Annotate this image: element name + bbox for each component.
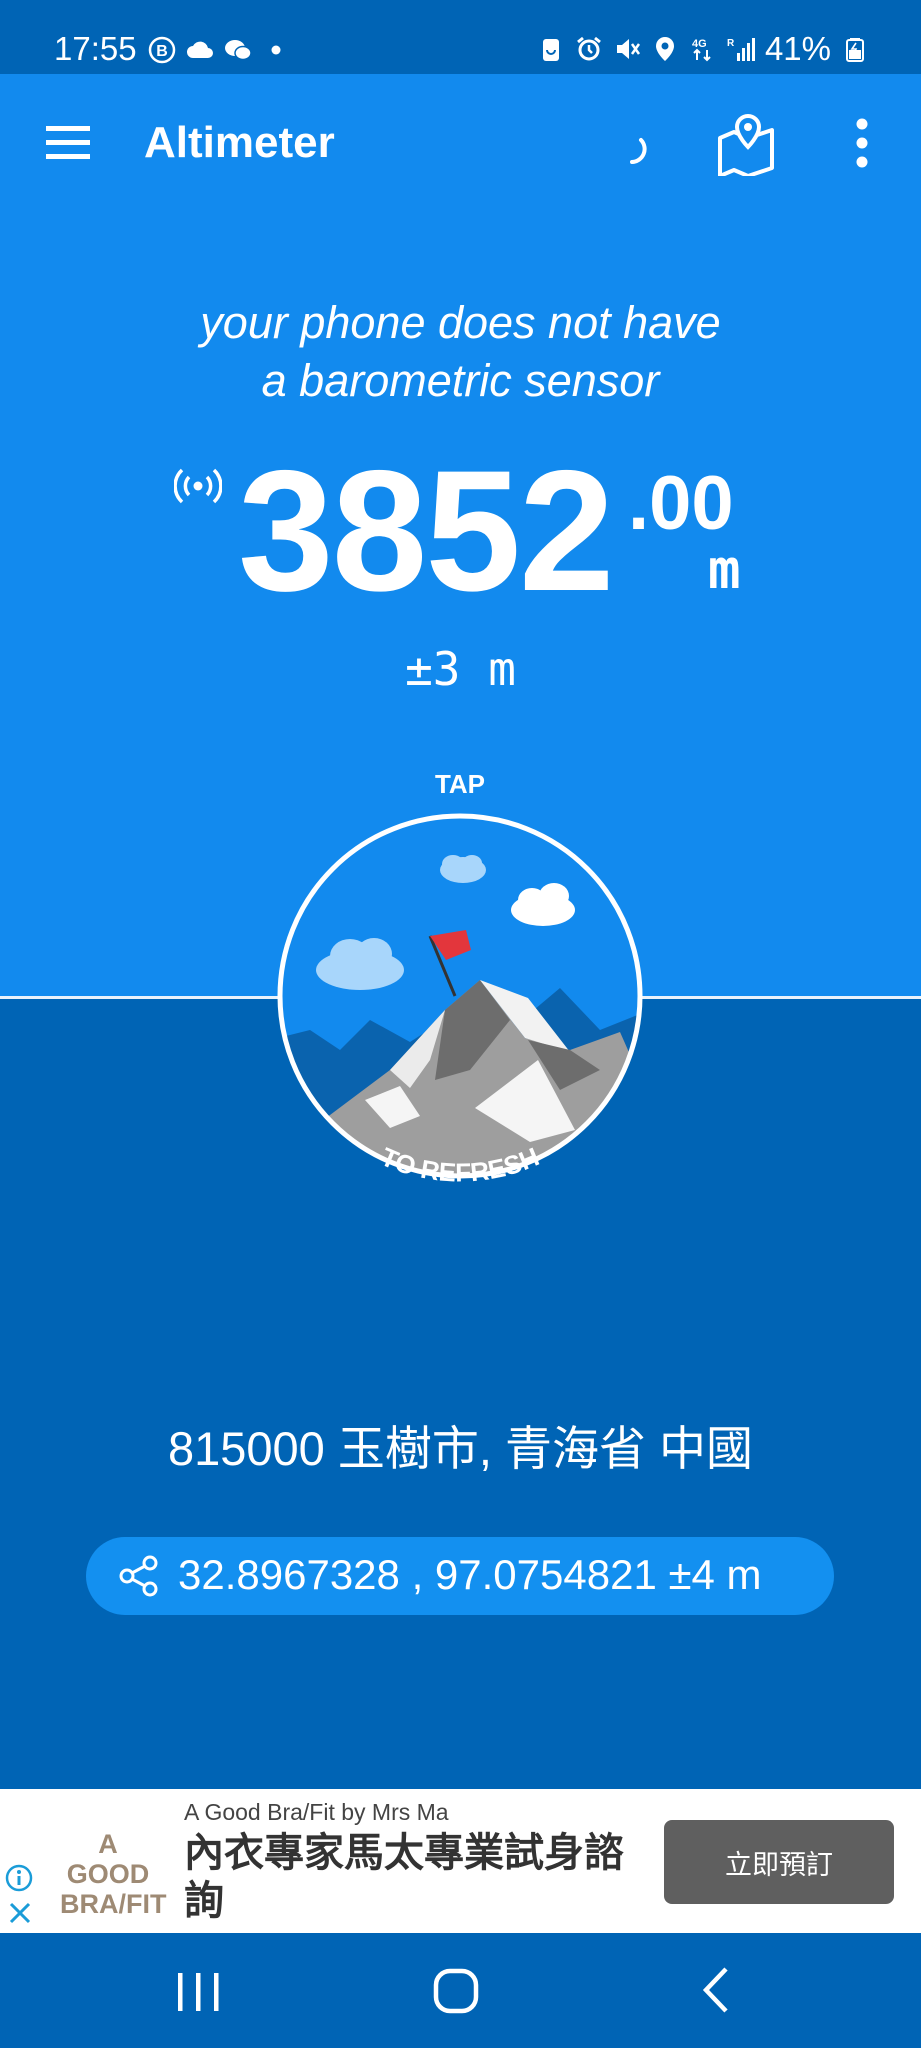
coordinates-text: 32.8967328 , 97.0754821 ±4 m (178, 1551, 762, 1598)
navigation-bar (0, 1933, 921, 2048)
dot-icon (271, 45, 281, 55)
status-bar: 17:55 B 4G R 41% (0, 0, 921, 74)
data-4g-icon: 4G (692, 38, 711, 62)
share-coordinates-button[interactable]: 32.8967328 , 97.0754821 ±4 m (86, 1537, 834, 1615)
sensor-message: your phone does not have a barometric se… (0, 294, 921, 410)
ad-logo-line1: A GOOD (66, 1829, 150, 1889)
status-left-icons: B (148, 36, 290, 64)
battery-percent: 41% (764, 30, 831, 67)
ad-close-icon[interactable] (6, 1899, 34, 1927)
back-icon[interactable] (696, 1965, 736, 2015)
mute-icon (616, 39, 640, 59)
battery-saver-icon (542, 39, 559, 61)
ad-headline[interactable]: 內衣專家馬太專業試身諮詢 (184, 1829, 624, 1925)
battery-icon (846, 38, 864, 62)
recent-apps-icon[interactable] (170, 1969, 226, 2015)
ad-logo: A GOOD BRA/FIT (60, 1829, 167, 1919)
home-icon[interactable] (432, 1967, 480, 2015)
app-title: Altimeter (144, 118, 335, 167)
cloud-icon (187, 41, 213, 58)
location-address: 815000 玉樹市, 青海省 中國 (167, 1422, 754, 1475)
tap-to-refresh-button[interactable]: TAP TO REFRESH (270, 770, 650, 1230)
ad-info-icon[interactable] (4, 1863, 34, 1893)
signal-icon: R (727, 38, 755, 61)
location-icon (655, 37, 674, 61)
altitude-value: 3852 (238, 435, 615, 627)
sensor-message-line1: your phone does not have (200, 297, 721, 348)
hamburger-menu-icon[interactable] (40, 118, 96, 166)
svg-text:4G: 4G (692, 38, 707, 50)
svg-text:R: R (727, 38, 735, 49)
ad-banner[interactable]: A GOOD BRA/FIT A Good Bra/Fit by Mrs Ma … (0, 1789, 921, 1933)
altitude-decimal: .00 (628, 461, 734, 546)
refresh-top-label: TAP (435, 770, 485, 799)
share-icon (119, 1555, 158, 1597)
map-pin-icon[interactable] (714, 112, 778, 176)
more-vert-icon[interactable] (842, 116, 882, 172)
gps-signal-icon (174, 468, 222, 504)
ad-logo-line2: BRA/FIT (60, 1889, 167, 1919)
altitude-unit: m (708, 538, 741, 601)
ad-advertiser: A Good Bra/Fit by Mrs Ma (184, 1799, 449, 1825)
alarm-icon (577, 36, 601, 61)
b-badge-icon: B (148, 36, 176, 64)
sensor-message-line2: a barometric sensor (261, 355, 660, 406)
status-time: 17:55 (54, 30, 137, 67)
svg-text:B: B (156, 43, 168, 60)
ad-cta-button[interactable]: 立即預訂 (664, 1820, 894, 1904)
wechat-icon (225, 40, 252, 61)
spinner-icon (630, 138, 647, 164)
small-cloud-icon (440, 855, 486, 883)
status-right-icons: 4G R 41% (537, 30, 869, 68)
toolbar: Altimeter (0, 74, 921, 214)
altitude-accuracy: ±3 m (405, 642, 516, 696)
